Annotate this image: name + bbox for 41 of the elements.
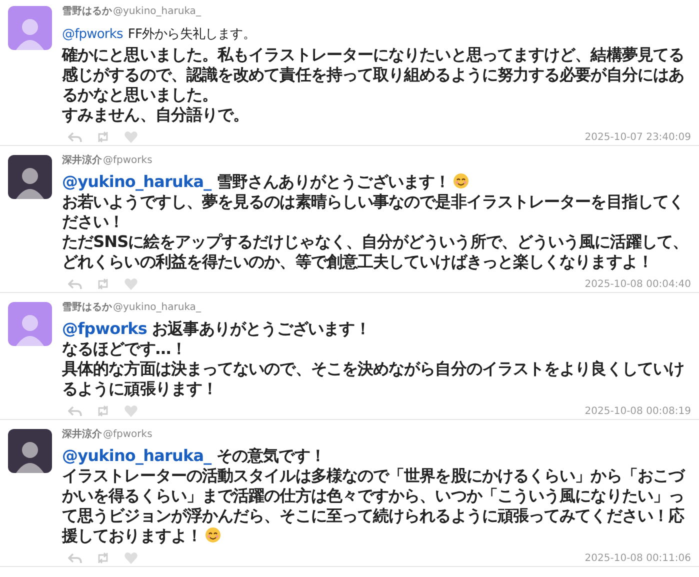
- mention-link[interactable]: @yukino_haruka_: [62, 445, 212, 466]
- timestamp: 2025-10-07 23:40:09: [584, 132, 691, 142]
- smiling-face-icon: [204, 527, 221, 543]
- retweet-icon[interactable]: [96, 131, 110, 143]
- retweet-icon[interactable]: [96, 405, 110, 417]
- user-handle: @yukino_haruka_: [113, 302, 201, 313]
- user-name: 雪野はるか: [62, 4, 112, 18]
- heart-icon[interactable]: [124, 131, 138, 143]
- user-handle: @fpworks: [103, 429, 152, 440]
- retweet-icon[interactable]: [96, 552, 110, 564]
- heart-icon[interactable]: [124, 552, 138, 564]
- tweet-text: 雪野さんありがとうございます！: [216, 171, 470, 192]
- reply-icon[interactable]: [68, 278, 82, 290]
- timestamp: 2025-10-08 00:08:19: [584, 406, 691, 416]
- user-name: 雪野はるか: [62, 300, 112, 314]
- tweet-text: 確かにと思いました。私もイラストレーターになりたいと思ってますけど、結構夢見てる感じがするので、認識を改めて責任を持って取り組めるように努力する必要が自分にはあるかなと思いました。: [62, 45, 686, 105]
- tweet-text: お若いようですし、夢を見るのは素晴らしい事なので是非イラストレーターを目指してください！: [62, 192, 686, 232]
- smiling-face-icon: [453, 173, 470, 189]
- mention-link[interactable]: @fpworks: [62, 318, 148, 339]
- mention-link[interactable]: @fpworks: [62, 24, 123, 45]
- tweet-text: なるほどです…！: [62, 339, 188, 359]
- tweet-text: その意気です！: [216, 445, 326, 466]
- user-handle: @fpworks: [103, 155, 152, 166]
- tweet-text: FF外から失礼します。: [128, 26, 256, 44]
- reply-icon[interactable]: [68, 552, 82, 564]
- user-name: 深井涼介: [62, 427, 102, 441]
- tweet-text: 具体的な方面は決まってないので、そこを決めながら自分のイラストをより良くしていけるように頑張ります！: [62, 359, 686, 399]
- timestamp: 2025-10-08 00:04:40: [584, 278, 691, 290]
- timestamp: 2025-10-08 00:11:06: [584, 552, 691, 564]
- user-name: 深井涼介: [62, 153, 102, 167]
- mention-link[interactable]: @yukino_haruka_: [62, 171, 212, 192]
- user-handle: @yukino_haruka_: [113, 6, 201, 17]
- tweet-text: ただSNSに絵をアップするだけじゃなく、自分がどういう所で、どういう風に活躍して、どれくらいの利益を得たいのか、等で創意工夫していけばきっと楽しくなりますよ！: [62, 232, 689, 272]
- tweet-text: すみません、自分語りで。: [62, 105, 250, 125]
- reply-icon[interactable]: [68, 405, 82, 417]
- heart-icon[interactable]: [124, 278, 138, 290]
- tweet-text: お返事ありがとうございます！: [152, 318, 370, 339]
- heart-icon[interactable]: [124, 405, 138, 417]
- reply-icon[interactable]: [68, 131, 82, 143]
- tweet-text: イラストレーターの活動スタイルは多様なので「世界を股にかけるくらい」から「おこづかいを得るくらい」まで活躍の仕方は色々ですから、いつか「こういう風になりたい」って思うビジョンが浮かんだら、そこに至って続けられるように頑張ってみてください！応援しておりますよ！: [62, 466, 686, 546]
- retweet-icon[interactable]: [96, 278, 110, 290]
